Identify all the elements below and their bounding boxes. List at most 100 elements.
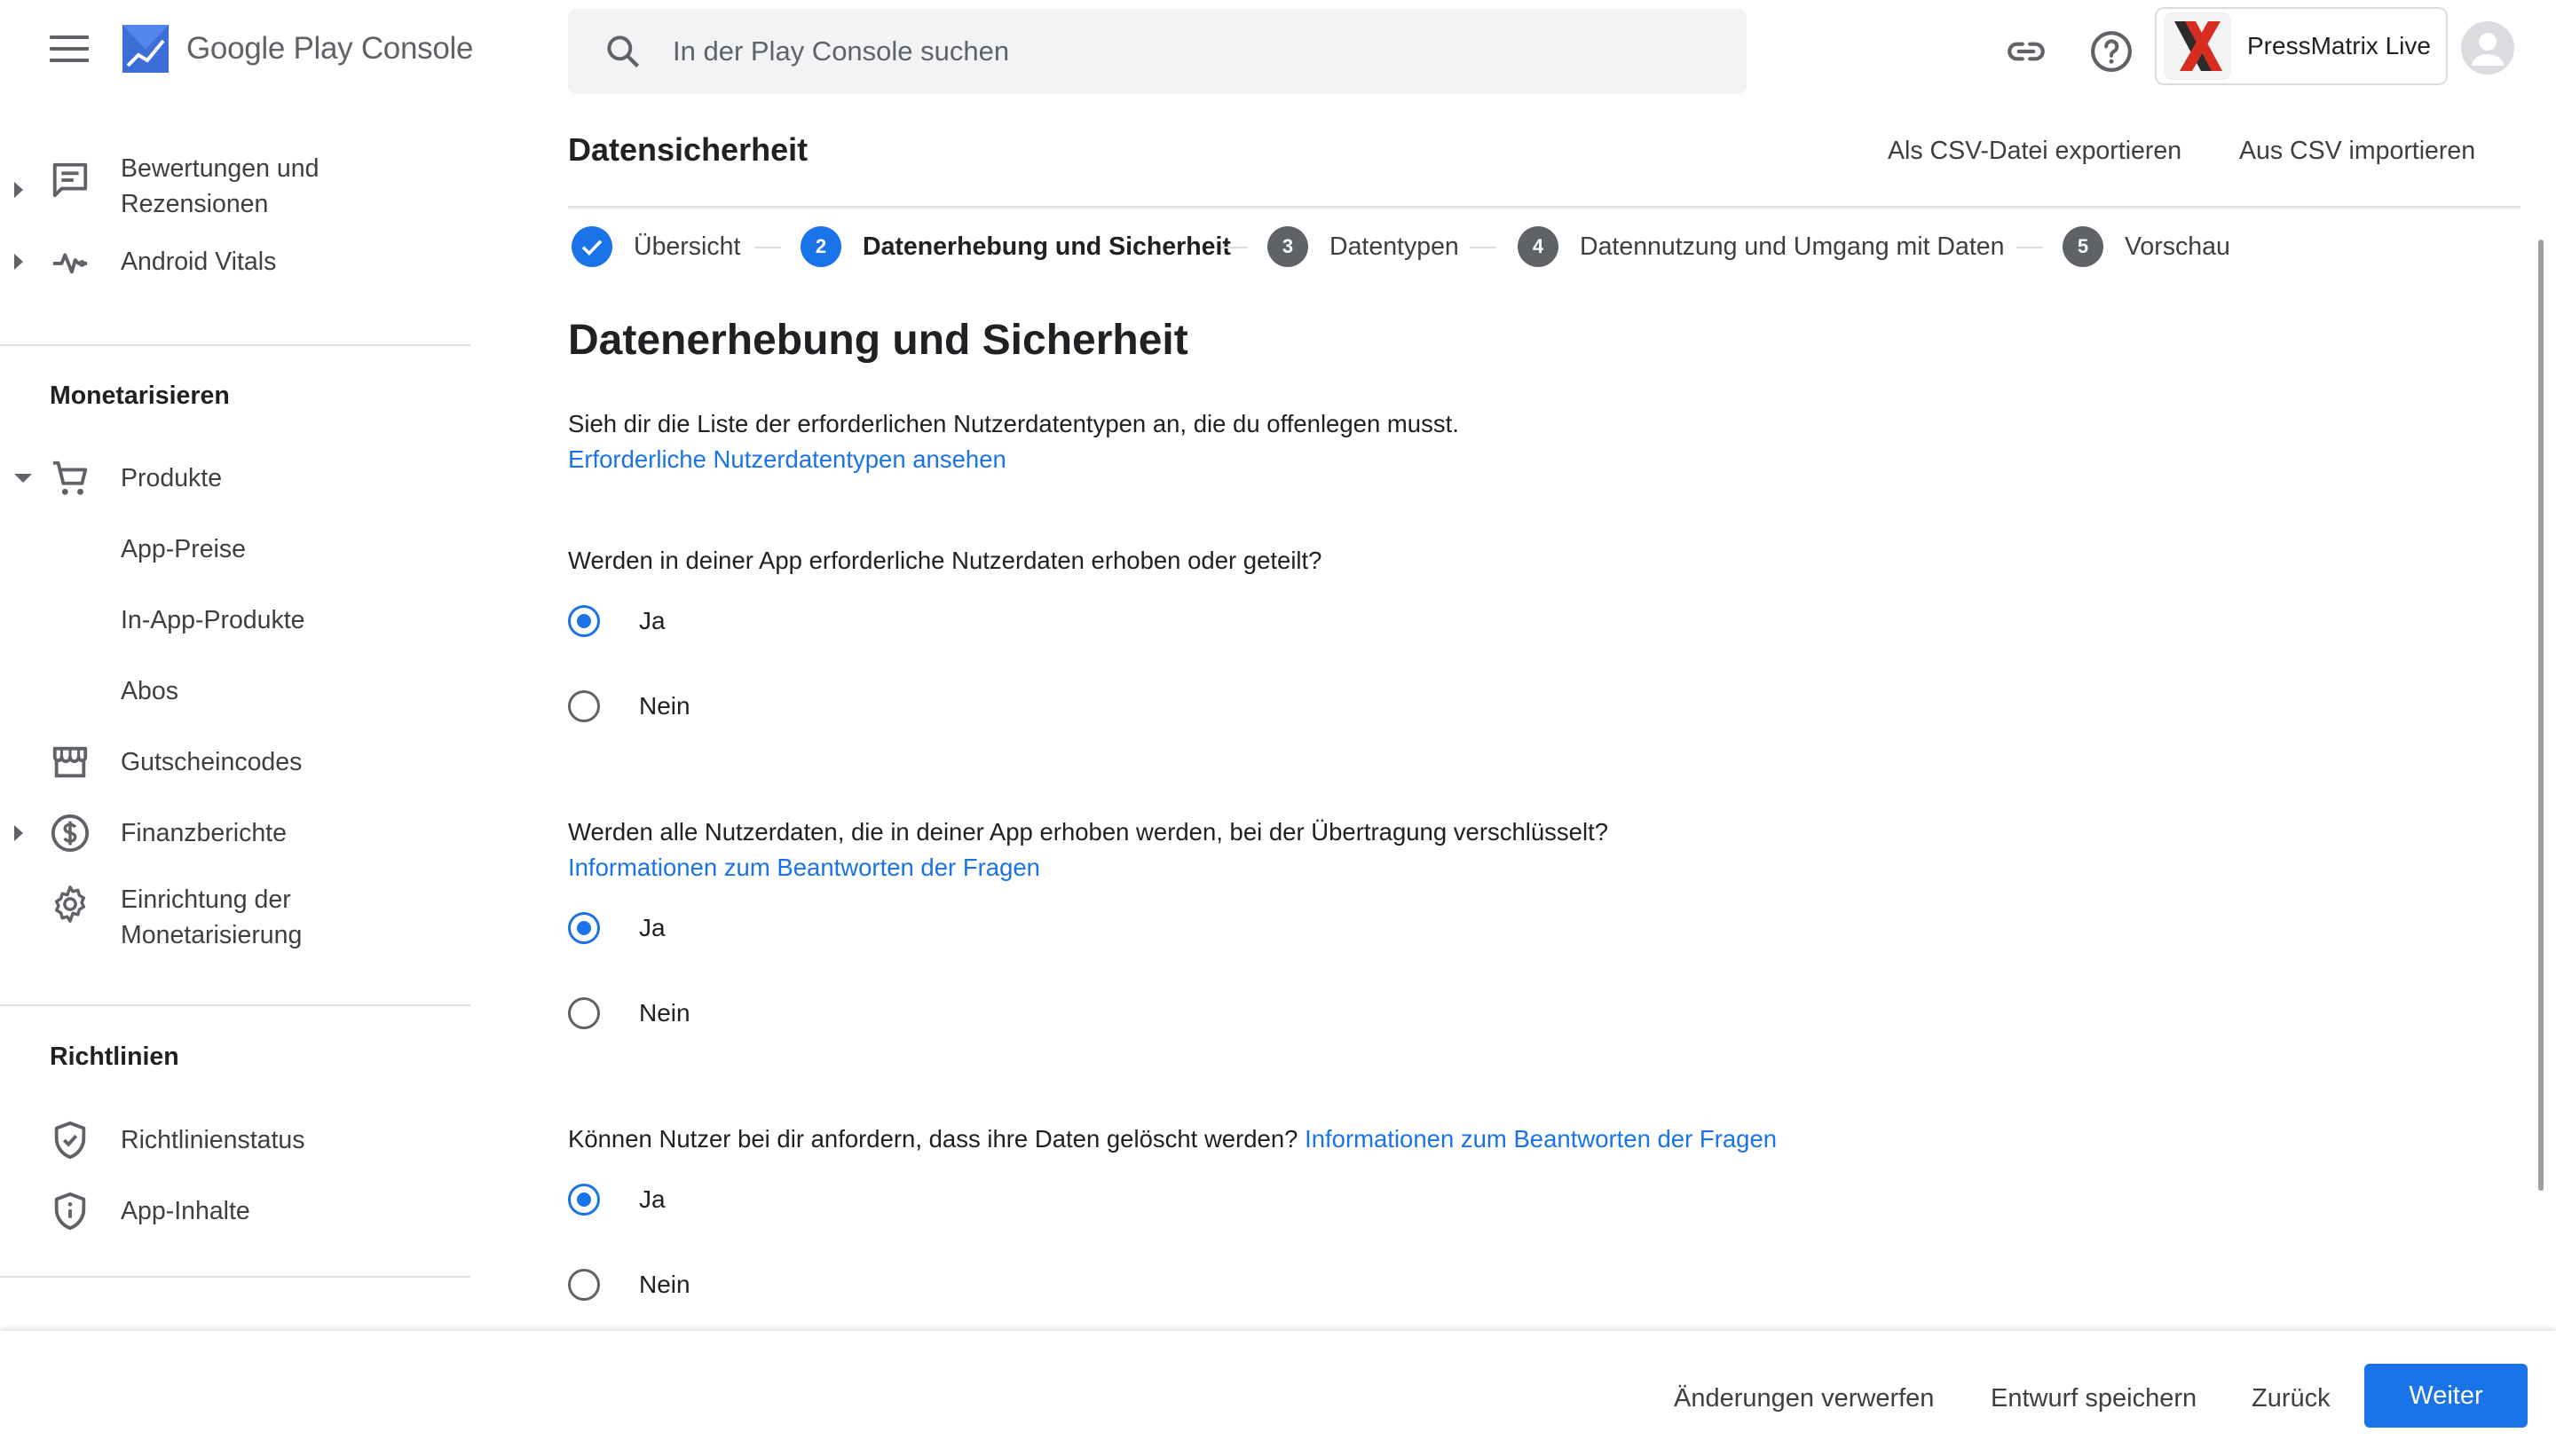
shield-info-icon: [54, 1192, 86, 1231]
expand-arrow-icon[interactable]: [14, 182, 23, 198]
search-bar[interactable]: [568, 9, 1747, 94]
sidebar-item-policy-status[interactable]: Richtlinienstatus: [0, 1118, 470, 1162]
sidebar-item-reviews[interactable]: Bewertungen und Rezensionen: [0, 151, 470, 222]
q2-no-option[interactable]: Nein: [568, 994, 690, 1033]
person-icon: [2472, 33, 2504, 66]
step-number: 2: [801, 226, 841, 267]
radio-button[interactable]: [568, 1269, 600, 1301]
sidebar-item-label: Richtlinienstatus: [121, 1126, 305, 1154]
play-console-logo[interactable]: Google Play Console: [121, 21, 473, 76]
step-number: 4: [1518, 226, 1558, 267]
sidebar-section-monetize: Monetarisieren: [50, 382, 230, 410]
main-menu-button[interactable]: [50, 35, 89, 67]
q2-help-link[interactable]: Informationen zum Beantworten der Fragen: [568, 850, 1040, 885]
radio-button[interactable]: [568, 690, 600, 722]
check-icon: [581, 240, 603, 256]
step-connector: [754, 247, 781, 248]
page-title: Datensicherheit: [568, 131, 809, 168]
sidebar-item-app-pricing[interactable]: App-Preise: [0, 527, 470, 571]
sidebar-item-label: Abos: [121, 677, 178, 705]
q1-no-option[interactable]: Nein: [568, 687, 690, 726]
expand-arrow-icon[interactable]: [14, 825, 23, 841]
menu-bar: [50, 35, 89, 39]
save-draft-button[interactable]: Entwurf speichern: [1991, 1384, 2197, 1413]
step-number: 3: [1267, 226, 1308, 267]
radio-label: Nein: [639, 1271, 690, 1298]
sidebar-item-label: Einrichtung der Monetarisierung: [121, 882, 302, 953]
step-label: Datenerhebung und Sicherheit: [863, 232, 1231, 261]
logo-word-google-play: Google Play: [186, 31, 353, 66]
sidebar-item-android-vitals[interactable]: Android Vitals: [0, 240, 470, 284]
shield-check-icon: [54, 1121, 86, 1160]
sidebar-section-policy: Richtlinien: [50, 1043, 179, 1071]
store-icon: [52, 746, 88, 778]
q1-yes-option[interactable]: Ja: [568, 602, 666, 641]
sidebar-item-app-content[interactable]: App-Inhalte: [0, 1189, 470, 1233]
step-preview[interactable]: 5 Vorschau: [2063, 224, 2230, 270]
radio-label: Ja: [639, 914, 666, 941]
step-data-collection[interactable]: 2 Datenerhebung und Sicherheit: [801, 224, 1231, 270]
sidebar-item-label-line: Einrichtung der: [121, 885, 291, 914]
radio-button-selected[interactable]: [568, 912, 600, 944]
radio-label: Nein: [639, 692, 690, 720]
intro-text: Sieh dir die Liste der erforderlichen Nu…: [568, 410, 1459, 437]
sidebar-item-subscriptions[interactable]: Abos: [0, 669, 470, 713]
radio-button[interactable]: [568, 997, 600, 1029]
sidebar-item-label: Finanzberichte: [121, 819, 287, 847]
header-divider: [568, 206, 2520, 209]
sidebar-item-label: App-Preise: [121, 535, 246, 563]
app-selector[interactable]: PressMatrix Live: [2155, 7, 2448, 85]
sidebar-divider: [0, 1276, 470, 1278]
step-overview[interactable]: Übersicht: [572, 224, 740, 270]
play-console-logo-icon: [122, 25, 169, 73]
export-csv-button[interactable]: Als CSV-Datei exportieren: [1888, 137, 2181, 166]
q3-help-link[interactable]: Informationen zum Beantworten der Fragen: [1305, 1125, 1777, 1153]
radio-label: Nein: [639, 999, 690, 1027]
sidebar-item-financial-reports[interactable]: Finanzberichte: [0, 811, 470, 855]
radio-button-selected[interactable]: [568, 1184, 600, 1216]
account-avatar[interactable]: [2461, 21, 2514, 75]
sidebar-item-monetization-setup[interactable]: Einrichtung der Monetarisierung: [0, 882, 470, 953]
question-deletion: Können Nutzer bei dir anfordern, dass ih…: [568, 1122, 1777, 1157]
step-data-types[interactable]: 3 Datentypen: [1267, 224, 1459, 270]
q3-no-option[interactable]: Nein: [568, 1265, 690, 1304]
step-number: 5: [2063, 226, 2103, 267]
sidebar-item-label-line: Rezensionen: [121, 190, 269, 218]
section-heading: Datenerhebung und Sicherheit: [568, 317, 1188, 364]
back-button[interactable]: Zurück: [2252, 1384, 2331, 1413]
sidebar-item-label-line: Monetarisierung: [121, 921, 303, 949]
collapse-arrow-icon[interactable]: [14, 474, 32, 483]
step-connector: [1470, 247, 1496, 248]
sidebar-item-label: Bewertungen und Rezensionen: [121, 151, 319, 222]
q3-yes-option[interactable]: Ja: [568, 1180, 666, 1219]
step-done-badge: [572, 226, 612, 267]
logo-word-console: Console: [360, 31, 474, 66]
app-name: PressMatrix Live: [2247, 32, 2431, 59]
settings-icon: [54, 885, 86, 923]
step-label: Datennutzung und Umgang mit Daten: [1580, 232, 2005, 261]
content-scrollbar[interactable]: [2538, 240, 2544, 1191]
required-data-types-link[interactable]: Erforderliche Nutzerdatentypen ansehen: [568, 442, 1006, 477]
step-data-usage[interactable]: 4 Datennutzung und Umgang mit Daten: [1518, 224, 2004, 270]
search-icon: [607, 35, 640, 68]
sidebar-item-in-app-products[interactable]: In-App-Produkte: [0, 598, 470, 642]
sidebar-item-promo-codes[interactable]: Gutscheincodes: [0, 740, 470, 784]
expand-arrow-icon[interactable]: [14, 254, 23, 270]
step-label: Übersicht: [634, 232, 741, 261]
reviews-icon: [52, 162, 88, 198]
radio-button-selected[interactable]: [568, 605, 600, 637]
menu-bar: [50, 47, 89, 51]
search-input[interactable]: [671, 35, 1651, 68]
link-icon[interactable]: [2004, 29, 2048, 74]
sidebar-divider: [0, 1004, 470, 1006]
sidebar-item-products[interactable]: Produkte: [0, 456, 470, 500]
step-label: Vorschau: [2125, 232, 2230, 261]
next-button[interactable]: Weiter: [2364, 1364, 2528, 1428]
radio-label: Ja: [639, 607, 666, 634]
q2-yes-option[interactable]: Ja: [568, 909, 666, 948]
discard-changes-button[interactable]: Änderungen verwerfen: [1674, 1384, 1934, 1413]
help-icon[interactable]: [2089, 29, 2134, 74]
radio-label: Ja: [639, 1185, 666, 1213]
import-csv-button[interactable]: Aus CSV importieren: [2239, 137, 2475, 166]
sidebar-item-label: App-Inhalte: [121, 1197, 250, 1225]
